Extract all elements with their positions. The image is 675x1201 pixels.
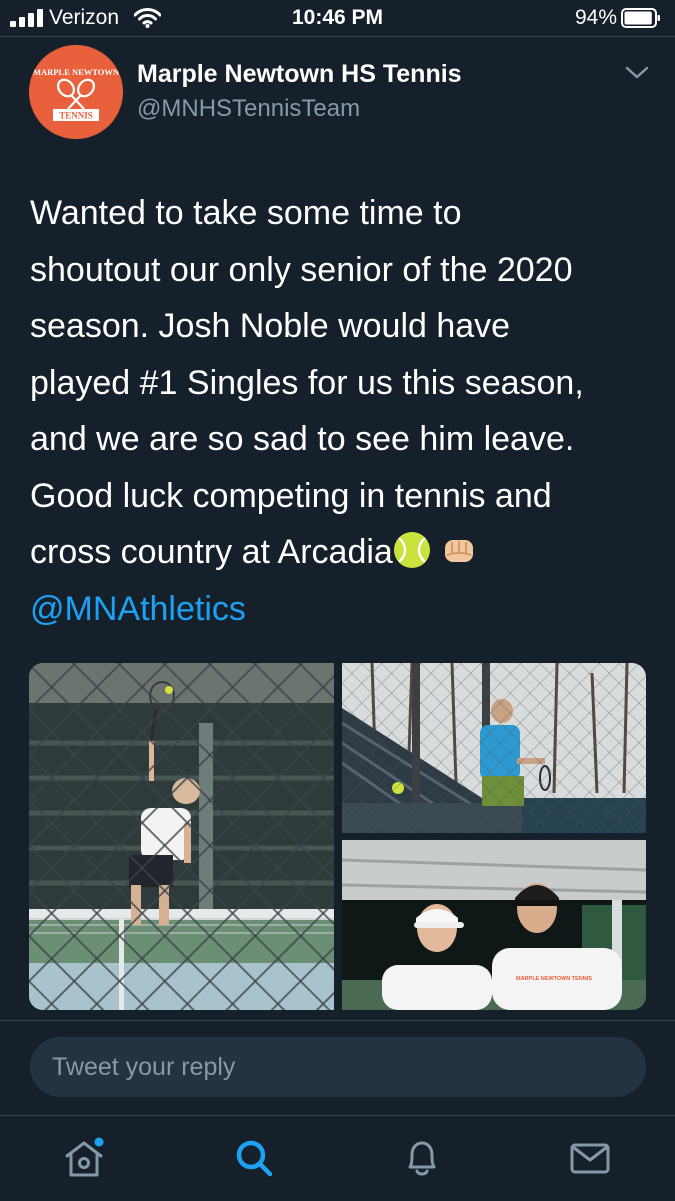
header-divider xyxy=(0,36,675,37)
nav-home[interactable] xyxy=(60,1134,108,1182)
chevron-down-icon[interactable] xyxy=(624,62,650,82)
oncoming-fist-icon xyxy=(445,540,474,562)
tweet-text-line: played #1 Singles for us this season, xyxy=(30,363,584,402)
tennis-logo-icon: MARPLE NEWTOWN TENNIS xyxy=(29,45,123,139)
tweet-photo-forehand[interactable] xyxy=(342,663,646,833)
tweet-text-line: Good luck competing in tennis and xyxy=(30,476,552,515)
messages-icon xyxy=(570,1143,610,1174)
reply-input[interactable]: Tweet your reply xyxy=(30,1037,646,1097)
reply-divider xyxy=(0,1020,675,1021)
avatar[interactable]: MARPLE NEWTOWN TENNIS xyxy=(29,45,123,139)
tweet-text-last-line: cross country at Arcadia xyxy=(30,524,650,581)
home-icon xyxy=(65,1137,104,1177)
display-name[interactable]: Marple Newtown HS Tennis xyxy=(137,60,462,89)
notifications-icon xyxy=(408,1141,436,1176)
battery-percent: 94% xyxy=(574,6,617,29)
clock: 10:46 PM xyxy=(291,6,384,29)
user-handle[interactable]: @MNHSTennisTeam xyxy=(137,95,360,123)
search-icon xyxy=(236,1140,273,1177)
bottom-nav xyxy=(0,1115,675,1201)
tweet-text-line: shoutout our only senior of the 2020 xyxy=(30,250,573,289)
battery-icon xyxy=(621,8,660,28)
nav-notifications[interactable] xyxy=(398,1134,446,1182)
avatar-text-top: MARPLE NEWTOWN xyxy=(33,67,120,77)
tweet-text-line: cross country at Arcadia xyxy=(30,533,393,571)
tweet-text-line: and we are so sad to see him leave. xyxy=(30,420,575,458)
status-bar: Verizon 10:46 PM 94% xyxy=(0,0,675,36)
tweet-text-line: season. Josh Noble would have xyxy=(30,307,511,345)
tweet-photo-portrait[interactable]: MARPLE NEWTOWN TENNIS xyxy=(342,840,646,1010)
tweet-text-line: Wanted to take some time to xyxy=(30,194,462,232)
tweet-photo-serve[interactable] xyxy=(29,663,334,1010)
avatar-text-bottom: TENNIS xyxy=(59,111,93,121)
mention-link[interactable]: @MNAthletics xyxy=(30,581,650,638)
reply-placeholder: Tweet your reply xyxy=(52,1053,236,1081)
nav-search[interactable] xyxy=(230,1134,278,1182)
nav-messages[interactable] xyxy=(566,1134,614,1182)
tennis-ball-icon xyxy=(393,532,430,568)
shirt-text: MARPLE NEWTOWN TENNIS xyxy=(516,976,592,982)
tweet-text: Wanted to take some time to shoutout our… xyxy=(30,185,650,637)
